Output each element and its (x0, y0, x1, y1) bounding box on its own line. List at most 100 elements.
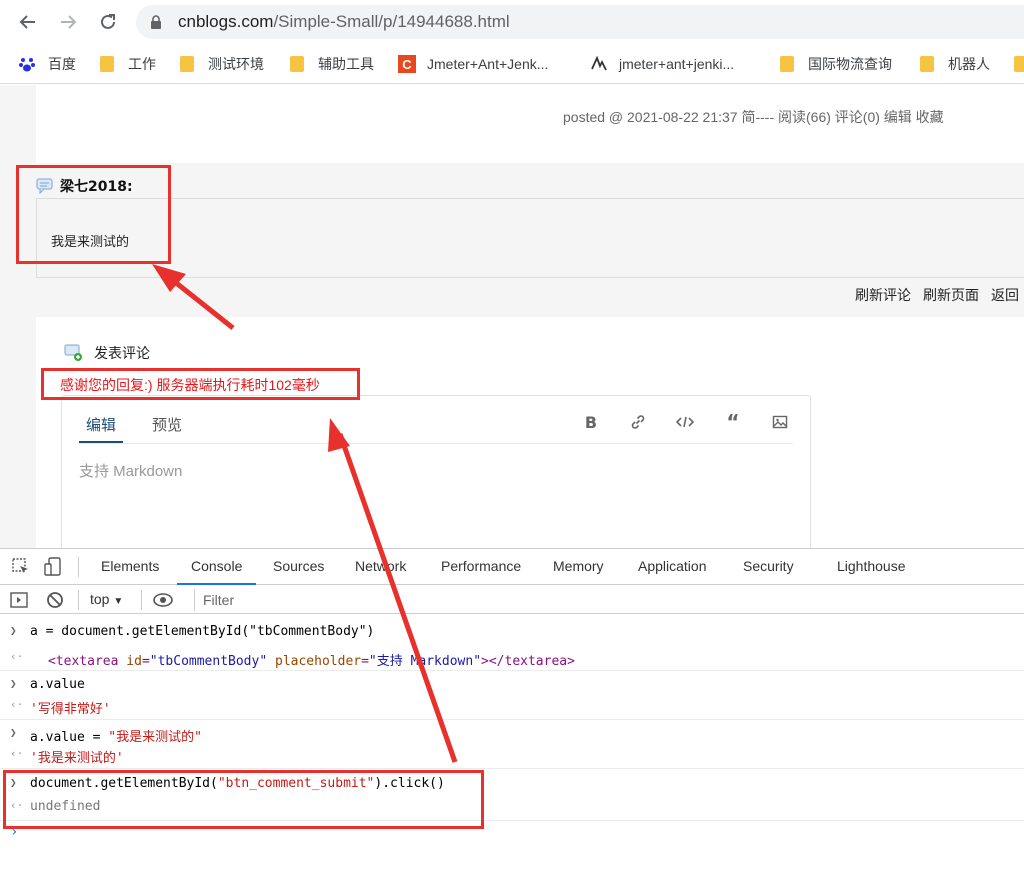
bookmark-folder-overflow[interactable] (1014, 52, 1024, 76)
quote-icon[interactable]: “ (723, 410, 743, 434)
annotation-box-command (3, 770, 484, 829)
folder-icon (780, 56, 794, 72)
bookmark-label: 机器人 (948, 56, 990, 72)
folder-icon (180, 56, 194, 72)
image-icon[interactable] (770, 412, 790, 432)
input-chevron-icon: ❯ (10, 624, 17, 637)
bookmark-label: 工作 (128, 56, 156, 72)
back-link[interactable]: 返回 (991, 287, 1019, 303)
tab-elements[interactable]: Elements (101, 558, 159, 574)
bookmark-item[interactable]: jmeter+ant+jenki... (590, 52, 734, 76)
address-bar[interactable]: cnblogs.com/Simple-Small/p/14944688.html (136, 5, 1024, 39)
tab-security[interactable]: Security (743, 558, 794, 574)
back-arrow-icon (19, 15, 35, 29)
back-button[interactable] (16, 10, 40, 34)
bookmark-label: jmeter+ant+jenki... (619, 56, 735, 72)
folder-icon (1014, 56, 1024, 72)
forward-arrow-icon (61, 15, 77, 29)
tab-preview[interactable]: 预览 (152, 414, 182, 435)
editor-placeholder: 支持 Markdown (79, 463, 183, 480)
post-footer: posted @ 2021-08-22 21:37 简---- 阅读(66) 评… (36, 85, 1024, 163)
eye-icon[interactable] (152, 592, 174, 608)
clear-console-icon[interactable] (46, 591, 64, 609)
comment-actions: 刷新评论 刷新页面 返回 (855, 285, 1024, 305)
tab-edit[interactable]: 编辑 (78, 414, 124, 443)
folder-icon (100, 56, 114, 72)
dropdown-triangle-icon: ▼ (113, 596, 124, 607)
console-element: <textarea id="tbCommentBody" placeholder… (48, 654, 575, 669)
markdown-editor[interactable]: 编辑 预览 B “ 支持 Markdown (61, 395, 811, 555)
result-chevron-icon: ‹· (10, 698, 24, 711)
bookmark-label: 辅助工具 (318, 56, 374, 72)
site-glyph-icon (591, 55, 607, 71)
console-separator (0, 768, 1024, 769)
device-toggle-icon[interactable] (44, 557, 64, 577)
console-text: a = document.getElementById("tbCommentBo… (30, 624, 375, 639)
forward-button[interactable] (56, 10, 80, 34)
tab-performance[interactable]: Performance (441, 558, 521, 574)
folder-icon (920, 56, 934, 72)
publish-title: 发表评论 (94, 346, 150, 362)
add-comment-icon (64, 344, 82, 361)
console-text: a.value (30, 677, 85, 692)
tab-memory[interactable]: Memory (553, 558, 604, 574)
url-host: cnblogs.com (178, 12, 274, 31)
comment-body: 我是来测试的 (36, 198, 1024, 278)
bookmark-label: 测试环境 (208, 56, 264, 72)
bookmarks-bar: 百度 工作 测试环境 辅助工具 C Jmeter+Ant+Jenk... jme… (0, 44, 1024, 84)
context-selector[interactable]: top ▼ (90, 591, 123, 607)
tab-console[interactable]: Console (176, 558, 257, 585)
sidebar-toggle-icon[interactable] (10, 591, 28, 609)
console-text: '写得非常好' (30, 702, 111, 717)
tab-application[interactable]: Application (638, 558, 707, 574)
comment-form: 发表评论 感谢您的回复:) 服务器端执行耗时102毫秒 编辑 预览 B “ 支持… (36, 317, 1024, 555)
tab-network[interactable]: Network (355, 558, 406, 574)
reload-button[interactable] (96, 10, 120, 34)
bookmark-item[interactable]: 测试环境 (180, 52, 264, 76)
bookmark-item[interactable]: 国际物流查询 (780, 52, 892, 76)
bookmark-label: 百度 (48, 56, 76, 72)
console-separator (0, 719, 1024, 720)
baidu-icon (19, 58, 35, 72)
console-output: ❯ a = document.getElementById("tbComment… (0, 616, 1024, 879)
toolbar-divider (78, 557, 79, 577)
link-icon[interactable] (628, 412, 648, 432)
attr-name: placeholder (275, 654, 362, 669)
refresh-page-link[interactable]: 刷新页面 (923, 287, 979, 303)
console-text: a.value = "我是来测试的" (30, 730, 202, 745)
devtools-tabs: Elements Console Sources Network Perform… (0, 549, 1024, 585)
tag-open: <textarea (48, 654, 119, 669)
devtools-panel: Elements Console Sources Network Perform… (0, 548, 1024, 879)
inspect-icon[interactable] (12, 558, 30, 576)
console-separator (0, 670, 1024, 671)
bookmark-item[interactable]: 百度 (18, 52, 76, 76)
tab-sources[interactable]: Sources (273, 558, 324, 574)
tab-lighthouse[interactable]: Lighthouse (837, 558, 906, 574)
bookmark-item[interactable]: 机器人 (920, 52, 990, 76)
refresh-comments-link[interactable]: 刷新评论 (855, 287, 911, 303)
reload-icon (101, 14, 115, 29)
result-chevron-icon: ‹· (10, 747, 24, 760)
toolbar-divider (78, 590, 79, 610)
console-text: '我是来测试的' (30, 751, 124, 766)
attr-value: "支持 Markdown" (368, 654, 482, 669)
bookmark-item[interactable]: C Jmeter+Ant+Jenk... (398, 52, 548, 76)
bookmark-item[interactable]: 工作 (100, 52, 156, 76)
publish-header: 发表评论 (64, 343, 150, 363)
attr-value: "tbCommentBody" (149, 654, 268, 669)
folder-icon (290, 56, 304, 72)
site-c-icon: C (398, 55, 416, 73)
url-text: cnblogs.com/Simple-Small/p/14944688.html (178, 12, 510, 32)
bookmark-label: Jmeter+Ant+Jenk... (427, 56, 549, 72)
context-label: top (90, 591, 110, 607)
page-content: posted @ 2021-08-22 21:37 简---- 阅读(66) 评… (0, 85, 1024, 555)
input-chevron-icon: ❯ (10, 677, 17, 690)
toolbar-divider (141, 590, 142, 610)
code-icon[interactable] (675, 412, 695, 432)
bookmark-item[interactable]: 辅助工具 (290, 52, 374, 76)
editor-tabs: 编辑 预览 B “ (78, 396, 793, 444)
browser-toolbar: cnblogs.com/Simple-Small/p/14944688.html (0, 0, 1024, 44)
annotation-box-comment (16, 165, 171, 264)
filter-input[interactable]: Filter (194, 589, 1024, 611)
bold-icon[interactable]: B (581, 412, 601, 432)
